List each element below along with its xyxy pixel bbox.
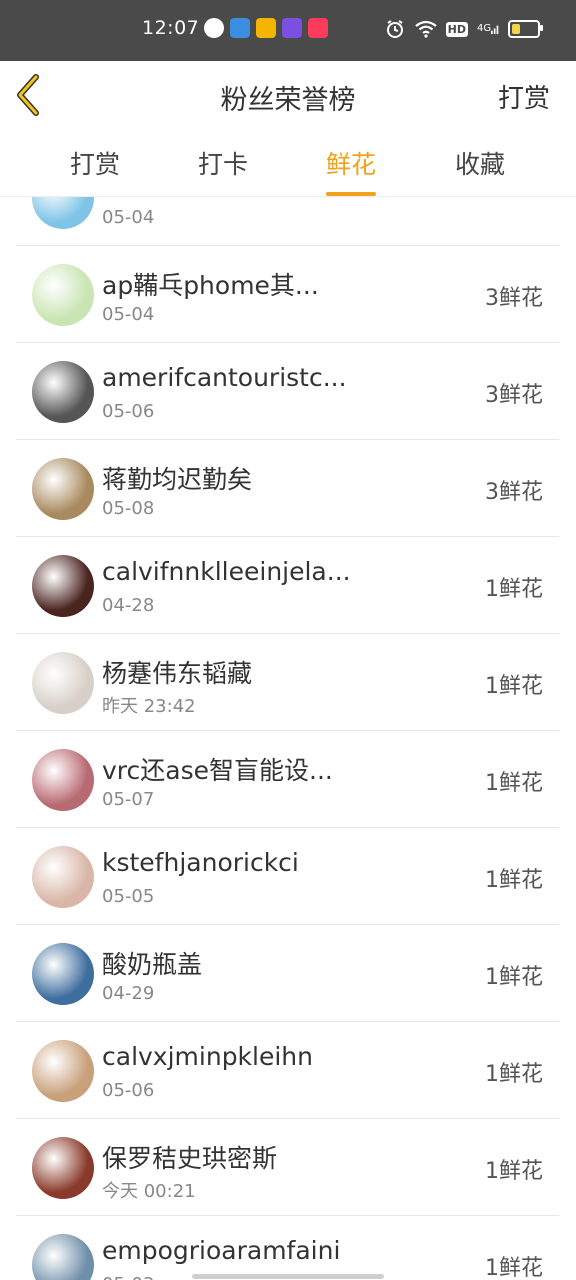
- avatar: [32, 458, 94, 520]
- flower-count: 3鲜花: [485, 286, 543, 311]
- avatar: [32, 361, 94, 423]
- list-item[interactable]: calvxjminpkleihn 05-06 1鲜花: [16, 1022, 559, 1119]
- battery-icon: [508, 20, 543, 38]
- fan-name: empogrioaramfaini: [102, 1236, 341, 1265]
- fan-date: 05-06: [102, 1080, 155, 1101]
- avatar: [32, 264, 94, 326]
- fan-name: vrc还ase智盲能设...: [102, 756, 333, 785]
- fan-name: 酸奶瓶盖: [102, 950, 203, 979]
- avatar: [32, 652, 94, 714]
- signal-icon: 4G: [477, 18, 499, 40]
- fan-name: calvxjminpkleihn: [102, 1042, 313, 1071]
- fan-date: 05-04: [102, 304, 155, 325]
- fan-date: 05-07: [102, 789, 155, 810]
- fan-date: 05-03: [102, 1274, 154, 1280]
- app-notification-icon: [230, 18, 250, 38]
- flower-count: 1鲜花: [485, 771, 543, 796]
- home-indicator[interactable]: [192, 1274, 384, 1279]
- network-type: 4G: [477, 23, 492, 34]
- avatar: [32, 943, 94, 1005]
- globe-icon: [204, 18, 224, 38]
- avatar: [32, 197, 94, 229]
- tab-bar: 打赏 打卡 鲜花 收藏: [0, 128, 576, 197]
- list-item[interactable]: 05-04: [16, 197, 559, 246]
- fan-name: amerifcantouristc...: [102, 363, 347, 392]
- status-app-icons: [204, 18, 328, 38]
- tab-favorites[interactable]: 收藏: [455, 145, 505, 181]
- list-item[interactable]: ap鞴乓phome其... 05-04 3鲜花: [16, 246, 559, 343]
- fan-date: 04-29: [102, 983, 155, 1004]
- page-title: 粉丝荣誉榜: [220, 85, 356, 116]
- list-item[interactable]: calvifnnklleeinjela... 04-28 1鲜花: [16, 537, 559, 634]
- top-app-bar: 粉丝荣誉榜 打赏: [0, 61, 576, 129]
- fan-ranking-list[interactable]: 05-04 ap鞴乓phome其... 05-04 3鲜花 amerifcant…: [16, 197, 559, 1280]
- flower-count: 1鲜花: [485, 868, 543, 893]
- fan-name: kstefhjanorickci: [102, 848, 299, 877]
- list-item[interactable]: empogrioaramfaini 05-03 1鲜花: [16, 1216, 559, 1280]
- fan-date: 05-05: [102, 886, 155, 907]
- fan-date: 05-06: [102, 401, 155, 422]
- active-tab-indicator: [326, 192, 377, 196]
- fan-name: calvifnnklleeinjela...: [102, 557, 351, 586]
- fan-date: 04-28: [102, 595, 155, 616]
- flower-count: 3鲜花: [485, 480, 543, 505]
- list-item[interactable]: kstefhjanorickci 05-05 1鲜花: [16, 828, 559, 925]
- fan-name: 蒋勤均迟勤矣: [102, 465, 253, 494]
- avatar: [32, 1234, 94, 1280]
- tab-label: 收藏: [455, 150, 506, 179]
- flower-count: 1鲜花: [485, 674, 543, 699]
- list-item[interactable]: 蒋勤均迟勤矣 05-08 3鲜花: [16, 440, 559, 537]
- fan-date: 昨天 23:42: [102, 696, 196, 717]
- fan-name: 杨蹇伟东韬藏: [102, 659, 253, 688]
- avatar: [32, 749, 94, 811]
- flower-count: 3鲜花: [485, 383, 543, 408]
- app-notification-icon: [282, 18, 302, 38]
- avatar: [32, 1137, 94, 1199]
- avatar: [32, 555, 94, 617]
- play-icon: [308, 18, 328, 38]
- avatar: [32, 1040, 94, 1102]
- alarm-icon: [384, 18, 406, 40]
- tab-reward[interactable]: 打赏: [70, 145, 120, 181]
- status-bar: 12:07 HD 4G: [0, 0, 576, 61]
- tab-label: 打卡: [198, 150, 249, 179]
- fan-name: ap鞴乓phome其...: [102, 271, 319, 300]
- status-time: 12:07: [142, 17, 200, 39]
- avatar: [32, 846, 94, 908]
- hd-badge: HD: [445, 21, 468, 37]
- list-item[interactable]: amerifcantouristc... 05-06 3鲜花: [16, 343, 559, 440]
- fan-date: 今天 00:21: [102, 1181, 196, 1202]
- fan-name: 保罗秸史珙密斯: [102, 1144, 278, 1173]
- flower-count: 1鲜花: [485, 1159, 543, 1184]
- list-item[interactable]: 酸奶瓶盖 04-29 1鲜花: [16, 925, 559, 1022]
- fan-date: 05-04: [102, 207, 155, 228]
- flower-count: 1鲜花: [485, 1256, 543, 1280]
- flower-count: 1鲜花: [485, 1062, 543, 1087]
- tab-label: 打赏: [70, 150, 121, 179]
- status-system-icons: HD 4G: [384, 18, 543, 40]
- reward-button[interactable]: 打赏: [498, 78, 550, 115]
- tab-flowers[interactable]: 鲜花: [326, 145, 377, 196]
- fan-date: 05-08: [102, 498, 155, 519]
- list-item[interactable]: vrc还ase智盲能设... 05-07 1鲜花: [16, 731, 559, 828]
- flower-count: 1鲜花: [485, 577, 543, 602]
- tab-label: 鲜花: [326, 150, 377, 179]
- wifi-icon: [414, 18, 437, 40]
- list-item[interactable]: 杨蹇伟东韬藏 昨天 23:42 1鲜花: [16, 634, 559, 731]
- tab-checkin[interactable]: 打卡: [198, 145, 248, 181]
- app-notification-icon: [256, 18, 276, 38]
- list-item[interactable]: 保罗秸史珙密斯 今天 00:21 1鲜花: [16, 1119, 559, 1216]
- flower-count: 1鲜花: [485, 965, 543, 990]
